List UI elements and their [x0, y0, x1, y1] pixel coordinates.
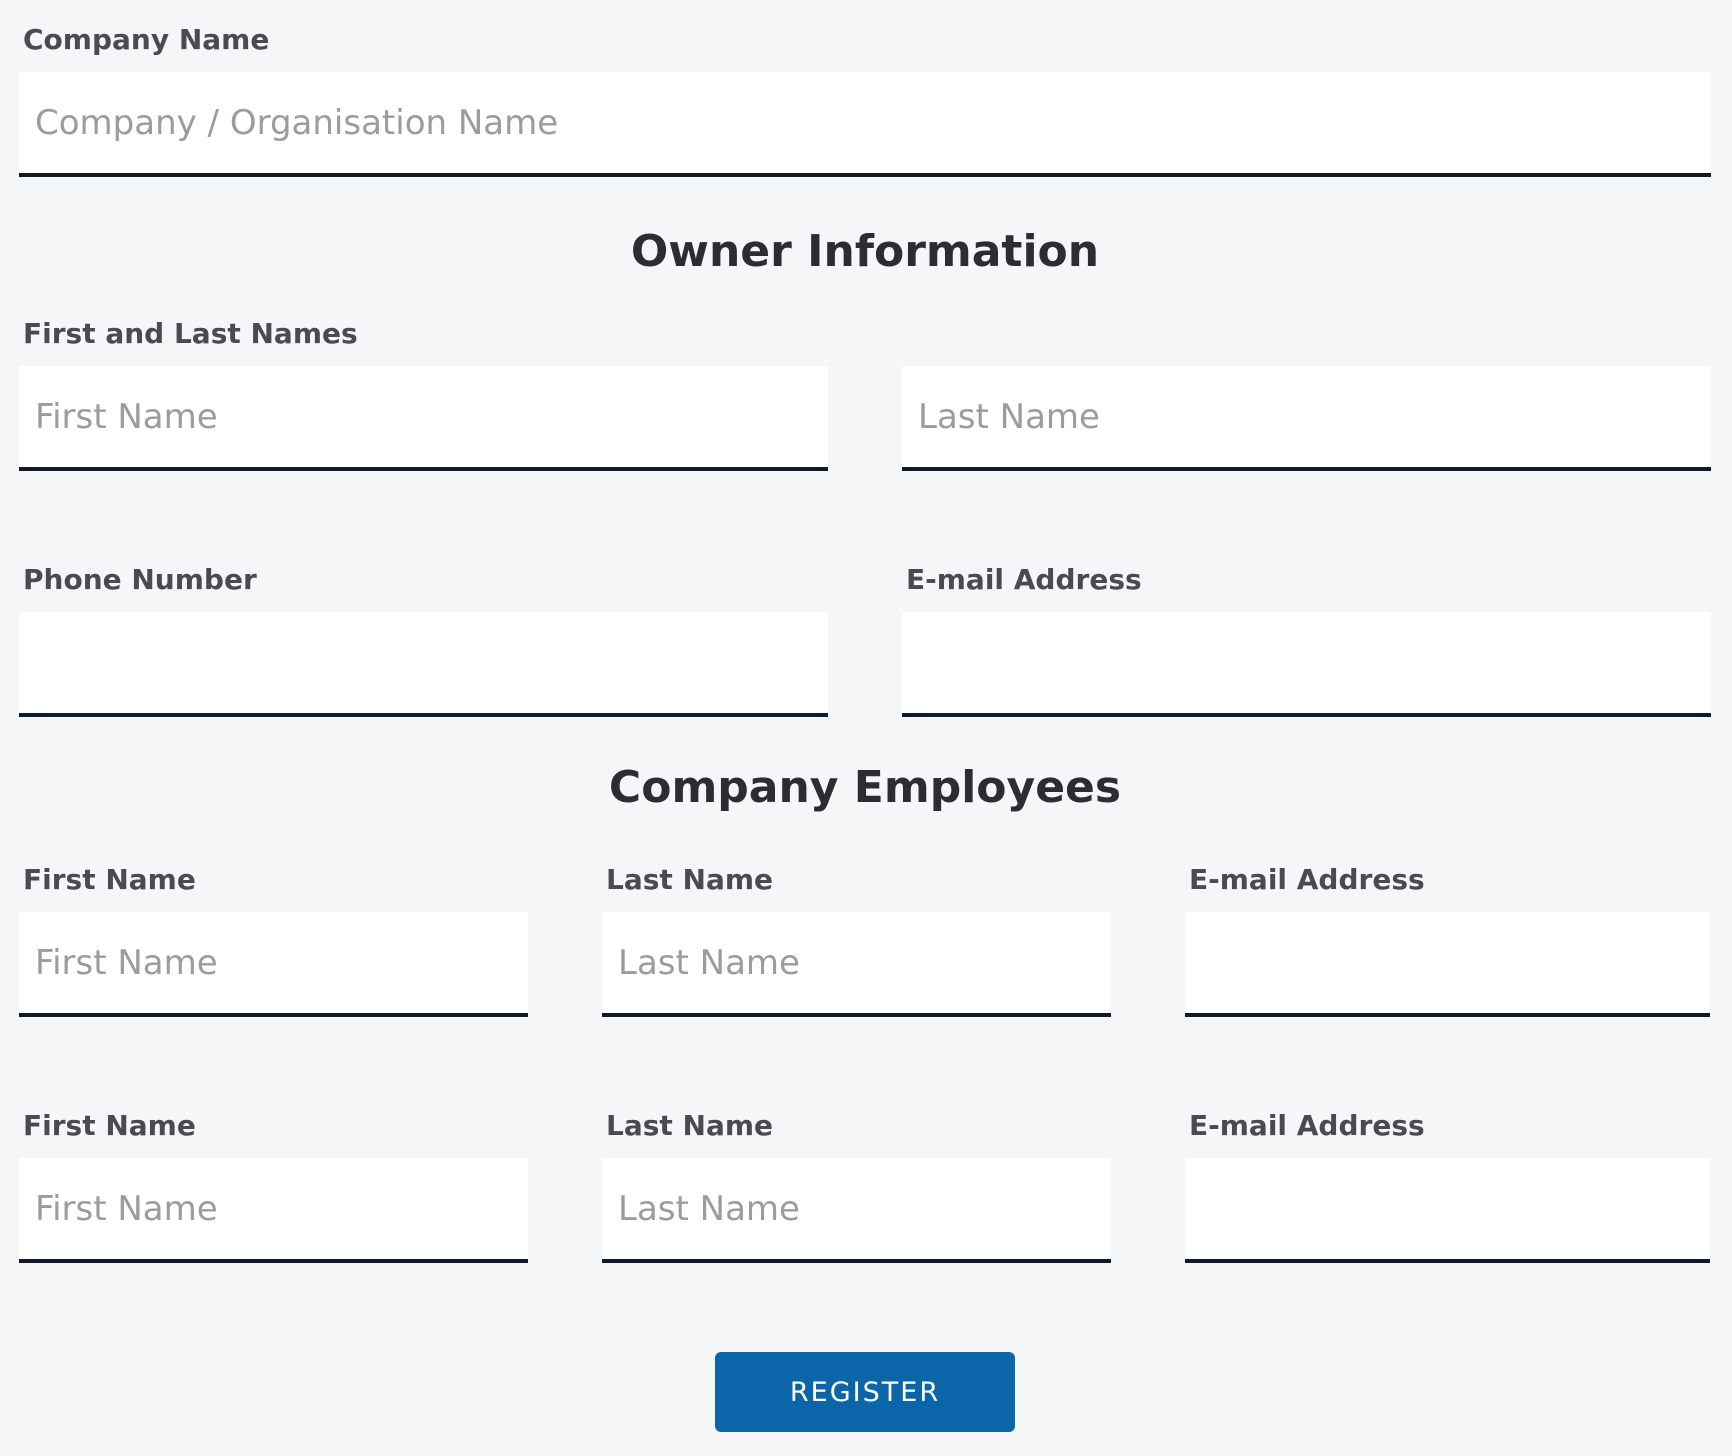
employee-1-first-name-input[interactable] — [19, 912, 528, 1017]
register-button[interactable]: REGISTER — [715, 1352, 1015, 1432]
employee-1-email-group: E-mail Address — [1185, 860, 1710, 1017]
company-name-input[interactable] — [19, 72, 1711, 177]
owner-contact-row: Phone Number E-mail Address — [19, 560, 1711, 717]
employee-2-first-name-label: First Name — [23, 1109, 196, 1142]
employee-2-last-name-group: Last Name — [602, 1106, 1111, 1263]
owner-phone-group: Phone Number — [19, 560, 828, 717]
employee-1-email-label: E-mail Address — [1189, 863, 1425, 896]
employee-2-email-label: E-mail Address — [1189, 1109, 1425, 1142]
employee-1-last-name-label: Last Name — [606, 863, 774, 896]
employee-row-1: First Name Last Name E-mail Address — [19, 860, 1711, 1017]
employee-2-email-group: E-mail Address — [1185, 1106, 1710, 1263]
employee-1-email-input[interactable] — [1185, 912, 1710, 1017]
owner-email-input[interactable] — [902, 612, 1711, 717]
employee-2-last-name-input[interactable] — [602, 1158, 1111, 1263]
company-name-group: Company Name — [19, 20, 1711, 177]
owner-last-name-input[interactable] — [902, 366, 1711, 471]
employee-2-last-name-label: Last Name — [606, 1109, 774, 1142]
company-name-label: Company Name — [23, 23, 270, 56]
owner-names-label: First and Last Names — [23, 317, 358, 350]
owner-phone-input[interactable] — [19, 612, 828, 717]
owner-information-heading: Owner Information — [630, 226, 1100, 277]
owner-names-group: First and Last Names — [19, 314, 1711, 471]
employee-2-first-name-input[interactable] — [19, 1158, 528, 1263]
employee-2-first-name-group: First Name — [19, 1106, 528, 1263]
owner-phone-label: Phone Number — [23, 563, 257, 596]
company-employees-heading: Company Employees — [608, 762, 1122, 813]
employee-1-last-name-group: Last Name — [602, 860, 1111, 1017]
employee-1-first-name-label: First Name — [23, 863, 196, 896]
employee-1-last-name-input[interactable] — [602, 912, 1111, 1017]
owner-email-group: E-mail Address — [902, 560, 1711, 717]
employee-1-first-name-group: First Name — [19, 860, 528, 1017]
employee-row-2: First Name Last Name E-mail Address — [19, 1106, 1711, 1263]
owner-first-name-input[interactable] — [19, 366, 828, 471]
owner-email-label: E-mail Address — [906, 563, 1142, 596]
employee-2-email-input[interactable] — [1185, 1158, 1710, 1263]
